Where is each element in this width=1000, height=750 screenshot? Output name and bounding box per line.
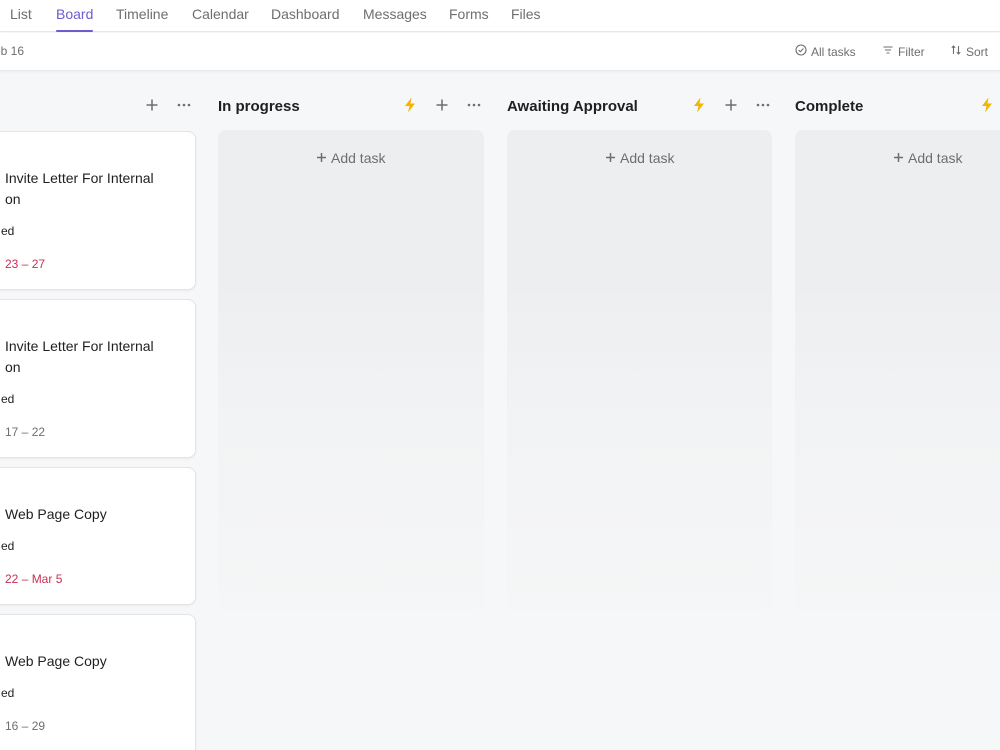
add-task-button[interactable]: Add task: [893, 150, 962, 166]
column-body-complete: [795, 130, 1000, 610]
task-status: ed: [1, 224, 15, 238]
add-task-label: Add task: [908, 150, 963, 166]
task-title: Web Page Copy: [5, 506, 107, 522]
tab-calendar[interactable]: Calendar: [192, 6, 249, 32]
more-dots-icon[interactable]: [174, 95, 194, 115]
tab-timeline[interactable]: Timeline: [116, 6, 168, 32]
column-header-awaiting-approval: Awaiting Approval: [507, 92, 638, 120]
task-title: Invite Letter For Internal on: [5, 170, 154, 207]
filter-button[interactable]: Filter: [882, 44, 925, 59]
tab-list[interactable]: List: [10, 6, 32, 32]
column-1-actions: [142, 95, 194, 115]
all-tasks-button[interactable]: All tasks: [795, 44, 856, 59]
column-title: Awaiting Approval: [507, 97, 638, 115]
column-actions-awaiting-approval: [689, 95, 773, 115]
tab-messages[interactable]: Messages: [363, 6, 427, 32]
more-dots-icon[interactable]: [464, 95, 484, 115]
task-due-date: 17 – 22: [5, 425, 46, 439]
board-toolbar: eb 16 All tasks Filter Sort: [0, 33, 1000, 71]
tab-forms[interactable]: Forms: [449, 6, 489, 32]
tab-files[interactable]: Files: [511, 6, 541, 32]
task-status: ed: [1, 686, 15, 700]
add-task-label: Add task: [331, 150, 386, 166]
more-dots-icon[interactable]: [753, 95, 773, 115]
add-task-label: Add task: [620, 150, 675, 166]
task-status: ed: [1, 539, 15, 553]
plus-icon: [316, 150, 327, 166]
task-card[interactable]: Invite Letter For Internal on ed 17 – 22: [0, 299, 196, 458]
lightning-bolt-icon[interactable]: [977, 95, 997, 115]
filter-icon: [882, 44, 894, 59]
task-title: Web Page Copy: [5, 653, 107, 669]
sort-button[interactable]: Sort: [950, 44, 988, 59]
add-task-button[interactable]: Add task: [316, 150, 385, 166]
task-due-date: 16 – 29: [5, 719, 46, 733]
column-actions-in-progress: [400, 95, 484, 115]
plus-icon: [605, 150, 616, 166]
column-body-awaiting-approval: [507, 130, 772, 610]
column-body-in-progress: [218, 130, 484, 610]
task-due-date: 23 – 27: [5, 257, 46, 271]
sort-label: Sort: [966, 44, 989, 59]
plus-icon: [893, 150, 904, 166]
tab-board[interactable]: Board: [56, 6, 94, 32]
column-header-in-progress: In progress: [218, 92, 300, 120]
task-status: ed: [1, 392, 15, 406]
plus-icon[interactable]: [142, 95, 162, 115]
task-card[interactable]: Invite Letter For Internal on ed 23 – 27: [0, 131, 196, 290]
lightning-bolt-icon[interactable]: [689, 95, 709, 115]
check-circle-icon: [795, 44, 807, 59]
sort-icon: [950, 44, 962, 59]
all-tasks-label: All tasks: [811, 44, 856, 59]
task-card[interactable]: Web Page Copy ed 22 – Mar 5: [0, 467, 196, 605]
column-title: In progress: [218, 97, 300, 115]
date-range-label: eb 16: [0, 44, 25, 58]
lightning-bolt-icon[interactable]: [400, 95, 420, 115]
filter-label: Filter: [898, 44, 925, 59]
project-tabs: List Board Timeline Calendar Dashboard M…: [0, 0, 1000, 32]
task-card[interactable]: Web Page Copy ed 16 – 29: [0, 614, 196, 750]
plus-icon[interactable]: [721, 95, 741, 115]
add-task-button[interactable]: Add task: [605, 150, 674, 166]
tab-dashboard[interactable]: Dashboard: [271, 6, 340, 32]
column-title: Complete: [795, 97, 864, 115]
task-title: Invite Letter For Internal on: [5, 338, 154, 375]
column-actions-complete: [977, 95, 997, 115]
task-due-date: 22 – Mar 5: [5, 572, 63, 586]
column-header-complete: Complete: [795, 92, 863, 120]
plus-icon[interactable]: [432, 95, 452, 115]
